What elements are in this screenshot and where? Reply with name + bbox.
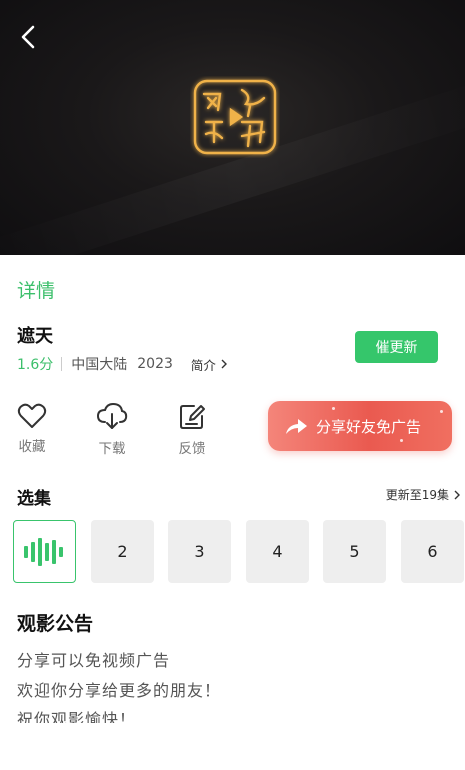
episode-3[interactable]: 3 (168, 520, 231, 583)
share-arrow-icon (286, 419, 307, 434)
favorite-label: 收藏 (18, 439, 46, 455)
notice-clip: 祝你观影愉快！ (0, 700, 465, 723)
episodes-heading: 选集 (17, 489, 51, 509)
cloud-download-icon (96, 403, 128, 429)
notice-heading: 观影公告 (17, 613, 94, 635)
share-ad-free-label: 分享好友免广告 (316, 417, 422, 436)
urge-update-button[interactable]: 催更新 (355, 331, 438, 363)
sparkle (440, 410, 443, 413)
edit-square-icon (180, 405, 205, 429)
back-arrow-icon (21, 25, 35, 49)
notice-line: 欢迎你分享给更多的朋友！ (17, 681, 222, 700)
video-meta: 1.6分 中国大陆 2023 简介 (17, 354, 228, 374)
episode-2[interactable]: 2 (91, 520, 154, 583)
year-label: 2023 (137, 356, 173, 372)
episodes-update-link[interactable]: 更新至19集 (386, 486, 461, 503)
sparkle (400, 439, 403, 442)
rating-score: 1.6分 (17, 357, 54, 373)
notice-line: 祝你观影愉快！ (17, 710, 137, 723)
episode-4[interactable]: 4 (246, 520, 309, 583)
chevron-right-icon (454, 490, 460, 499)
feedback-button[interactable]: 反馈 (172, 403, 212, 457)
favorite-button[interactable]: 收藏 (12, 403, 52, 455)
chevron-right-icon (221, 359, 227, 369)
download-label: 下载 (98, 441, 126, 457)
sparkle (332, 407, 335, 410)
meta-divider (61, 357, 63, 371)
tab-details[interactable]: 详情 (17, 276, 55, 303)
feedback-label: 反馈 (178, 441, 206, 457)
episodes-update-status: 更新至19集 (385, 488, 449, 502)
sound-wave-icon (23, 537, 63, 566)
share-ad-free-button[interactable]: 分享好友免广告 (268, 401, 452, 451)
back-button[interactable] (14, 22, 44, 52)
channel-logo (193, 79, 277, 155)
video-title: 遮天 (17, 326, 53, 347)
download-button[interactable]: 下载 (92, 403, 132, 457)
heart-icon (17, 403, 47, 428)
region-label: 中国大陆 (71, 357, 128, 373)
intro-link[interactable]: 简介 (191, 355, 228, 374)
video-player[interactable] (0, 0, 465, 255)
episode-5[interactable]: 5 (323, 520, 386, 583)
episode-1-playing[interactable] (13, 520, 76, 583)
notice-line: 分享可以免视频广告 (17, 651, 171, 670)
episode-6[interactable]: 6 (401, 520, 464, 583)
intro-label: 简介 (190, 357, 216, 373)
